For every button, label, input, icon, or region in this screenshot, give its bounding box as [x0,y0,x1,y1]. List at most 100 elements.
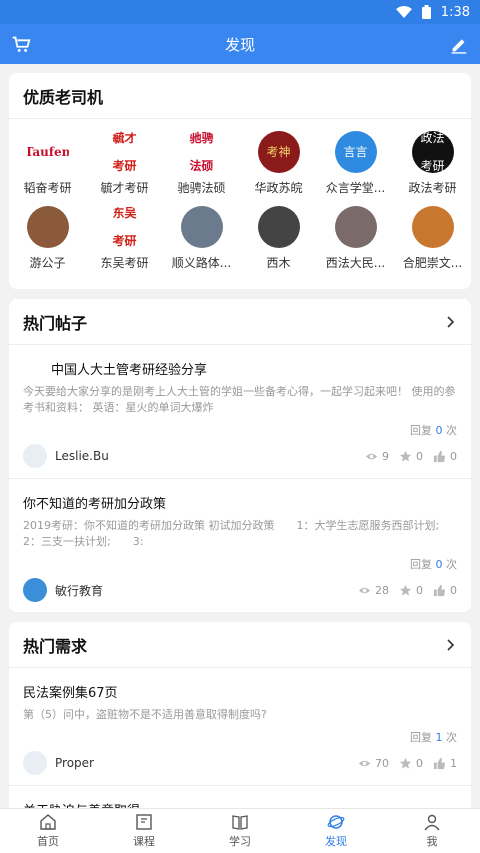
tab-label: 首页 [37,835,59,848]
tab-user[interactable]: 我 [384,809,480,853]
post-title: 中国人大土管考研经验分享 [51,363,208,378]
driver-item[interactable]: 顺义路体... [163,206,240,271]
avatar [23,751,47,775]
thumb-up-icon [433,757,450,770]
driver-label: 毓才考研 [100,181,149,195]
post-desc: 今天要给大家分享的是刚考上人大土管的学姐一些备考心得，一起学习起来吧！ 使用的参… [23,385,456,414]
driver-label: 东吴考研 [100,256,149,270]
stat-value: 9 [382,449,389,463]
post-item[interactable]: 中国人大土管考研经验分享今天要给大家分享的是刚考上人大土管的学姐一些备考心得，一… [9,345,471,479]
driver-badge-text: 考研 [420,159,445,173]
stat-value: 70 [375,756,389,770]
stat-views: 9 [365,450,389,463]
stat-value: 0 [416,756,423,770]
avatar [23,444,47,468]
tab-discover[interactable]: 发现 [288,809,384,853]
chevron-right-icon[interactable] [443,315,457,329]
drivers-card: 优质老司机 Taufen 韬奋考研 毓才 考研 毓才考研 驰骋 法硕 驰骋法硕 考神 华政苏皖 言言… [9,73,471,289]
driver-item[interactable]: 西法大民... [317,206,394,271]
app-bar: 发现 [0,24,480,64]
author-name: Leslie.Bu [55,449,109,463]
driver-item[interactable]: 考神 华政苏皖 [240,131,317,196]
reply-prefix: 回复 [410,558,432,571]
driver-item[interactable]: 言言众言学堂... [317,131,394,196]
tab-label: 课程 [133,835,155,848]
driver-item[interactable]: 合肥崇文... [394,206,471,271]
drivers-grid: Taufen 韬奋考研 毓才 考研 毓才考研 驰骋 法硕 驰骋法硕 考神 华政苏皖 言言 众言学堂..… [9,119,471,289]
post-meta: Leslie.Bu 9 0 0 [23,444,457,468]
driver-label: 政法考研 [408,181,457,195]
reply-suffix: 次 [446,424,457,437]
driver-label: 顺义路体... [171,256,232,270]
eye-icon [358,757,375,770]
driver-label: 驰骋法硕 [177,181,226,195]
stat-value: 0 [416,583,423,597]
driver-avatar: Taufen [26,131,69,173]
stat-stars[interactable]: 0 [399,757,423,770]
driver-avatar: 毓才 考研 [103,131,146,173]
drivers-title: 优质老司机 [23,87,104,107]
stat-stars[interactable]: 0 [399,450,423,463]
hot-demands-card: 热门需求 民法案例集67页 第（5）问中，盗赃物不是不适用善意取得制度吗? 回复 1… [9,622,471,808]
stat-views: 70 [358,757,389,770]
driver-label: 韬奋考研 [23,181,72,195]
chevron-right-icon[interactable] [443,638,457,652]
driver-badge-text: 考神 [266,145,291,159]
driver-badge-text: 政法 [420,131,445,145]
driver-badge-text: 东吴 [112,206,137,220]
post-item[interactable]: 你不知道的考研加分政策 2019考研：你不知道的考研加分政策 初试加分政策 1：大… [9,479,471,612]
drivers-header: 优质老司机 [9,73,471,119]
driver-avatar [26,206,69,248]
page-title: 发现 [224,35,255,54]
stat-likes[interactable]: 1 [433,757,457,770]
hot-posts-header[interactable]: 热门帖子 [9,299,471,345]
driver-avatar [257,206,300,248]
author-name: Proper [55,756,94,770]
post-item[interactable]: 关于胁迫与善意取得 [9,786,471,808]
tab-home[interactable]: 首页 [0,809,96,853]
edit-icon[interactable] [448,33,470,55]
driver-item[interactable]: 西木 [240,206,317,271]
post-stats: 28 0 0 [348,584,457,597]
driver-badge-text: 毓才 [112,131,137,145]
driver-item[interactable]: 毓才 考研 毓才考研 [86,131,163,196]
driver-item[interactable]: 东吴 考研 东吴考研 [86,206,163,271]
reply-count: 回复 0 次 [23,422,457,438]
driver-label: 华政苏皖 [254,181,303,195]
star-icon [399,450,416,463]
post-meta: 敏行教育 28 0 0 [23,578,457,602]
stat-likes[interactable]: 0 [433,584,457,597]
driver-item[interactable]: Taufen 韬奋考研 [9,131,86,196]
driver-item[interactable]: 游公子 [9,206,86,271]
tab-book[interactable]: 学习 [192,809,288,853]
post-title: 关于胁迫与善意取得 [23,800,457,808]
reply-prefix: 回复 [410,731,432,744]
driver-avatar: 言言 [334,131,377,173]
post-author[interactable]: Leslie.Bu [23,444,109,468]
driver-item[interactable]: 驰骋 法硕 驰骋法硕 [163,131,240,196]
hot-demands-header[interactable]: 热门需求 [9,622,471,668]
driver-label: 游公子 [29,256,66,270]
post-item[interactable]: 民法案例集67页 第（5）问中，盗赃物不是不适用善意取得制度吗? 回复 1 次 Pro… [9,668,471,786]
stat-value: 0 [416,449,423,463]
bottom-tab-bar: 首页 课程 学习 发现 我 [0,808,480,853]
stat-likes[interactable]: 0 [433,450,457,463]
reply-number: 0 [435,558,443,571]
stat-stars[interactable]: 0 [399,584,423,597]
driver-badge-text: 考研 [112,234,137,248]
post-author[interactable]: 敏行教育 [23,578,103,602]
reply-count: 回复 1 次 [23,729,457,745]
tab-course[interactable]: 课程 [96,809,192,853]
driver-label: 众言学堂... [325,181,386,195]
driver-label: 西木 [266,256,291,270]
driver-item[interactable]: 政法 考研 政法考研 [394,131,471,196]
reply-number: 0 [435,424,443,437]
stat-value: 0 [450,449,457,463]
driver-avatar: 政法 考研 [411,131,454,173]
post-title: 你不知道的考研加分政策 [23,497,167,512]
home-icon [39,813,57,833]
cart-icon[interactable] [10,33,32,55]
post-author[interactable]: Proper [23,751,94,775]
tab-label: 发现 [325,835,347,848]
content-scroll[interactable]: 优质老司机 Taufen 韬奋考研 毓才 考研 毓才考研 驰骋 法硕 驰骋法硕 考神 华政苏皖 言言… [0,64,480,808]
